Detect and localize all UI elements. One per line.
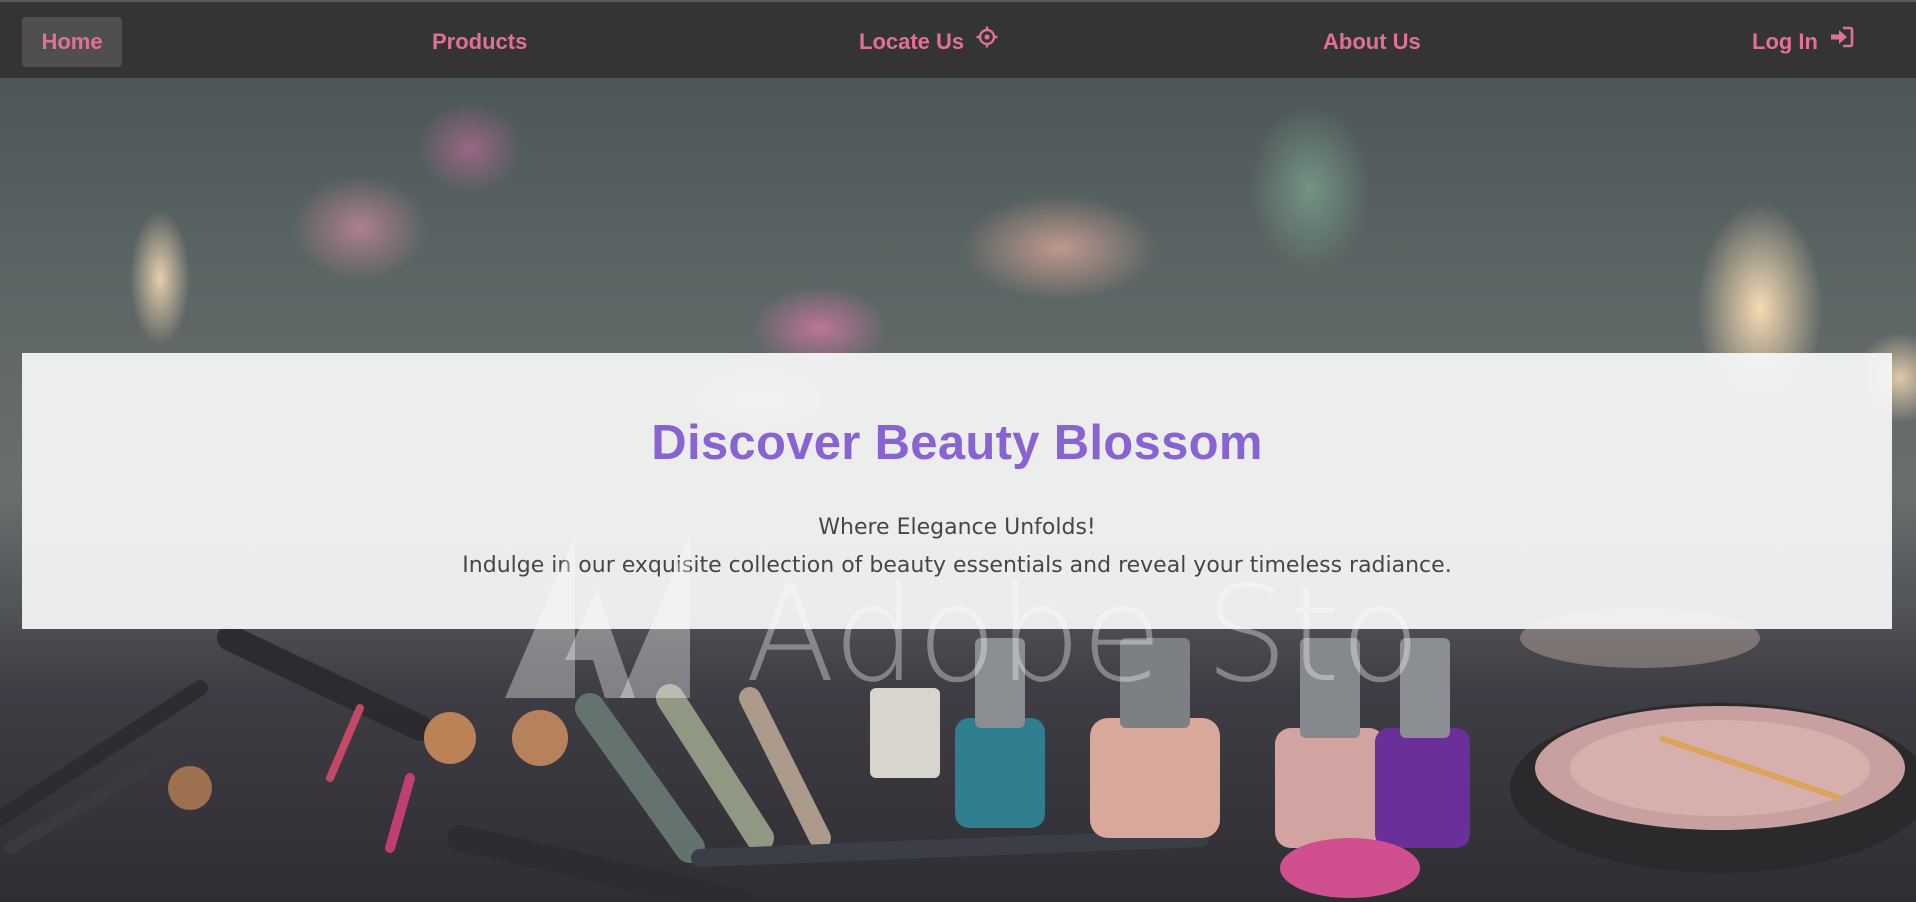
nav-products-link[interactable]: Products bbox=[432, 17, 527, 67]
sign-in-icon bbox=[1830, 16, 1854, 66]
nav-about-link[interactable]: About Us bbox=[1323, 17, 1421, 67]
hero-title: Discover Beauty Blossom bbox=[651, 416, 1263, 470]
crosshair-icon bbox=[976, 16, 998, 66]
nav-home-label: Home bbox=[41, 29, 103, 54]
nav-locate-link[interactable]: Locate Us bbox=[859, 17, 998, 67]
nav-locate-label: Locate Us bbox=[859, 29, 965, 54]
hero-text-panel: Discover Beauty Blossom Where Elegance U… bbox=[22, 353, 1892, 629]
nav-about-label: About Us bbox=[1323, 29, 1421, 54]
top-navbar: Home Products Locate Us About Us Log In bbox=[0, 0, 1916, 78]
nav-login-label: Log In bbox=[1752, 29, 1818, 54]
nav-home-link[interactable]: Home bbox=[22, 17, 122, 67]
hero-subtitle-block: Where Elegance Unfolds! Indulge in our e… bbox=[22, 509, 1892, 585]
nav-products-label: Products bbox=[432, 29, 528, 54]
hero-tagline: Where Elegance Unfolds! bbox=[818, 515, 1096, 540]
hero-description: Indulge in our exquisite collection of b… bbox=[462, 553, 1452, 578]
nav-login-link[interactable]: Log In bbox=[1752, 17, 1854, 67]
